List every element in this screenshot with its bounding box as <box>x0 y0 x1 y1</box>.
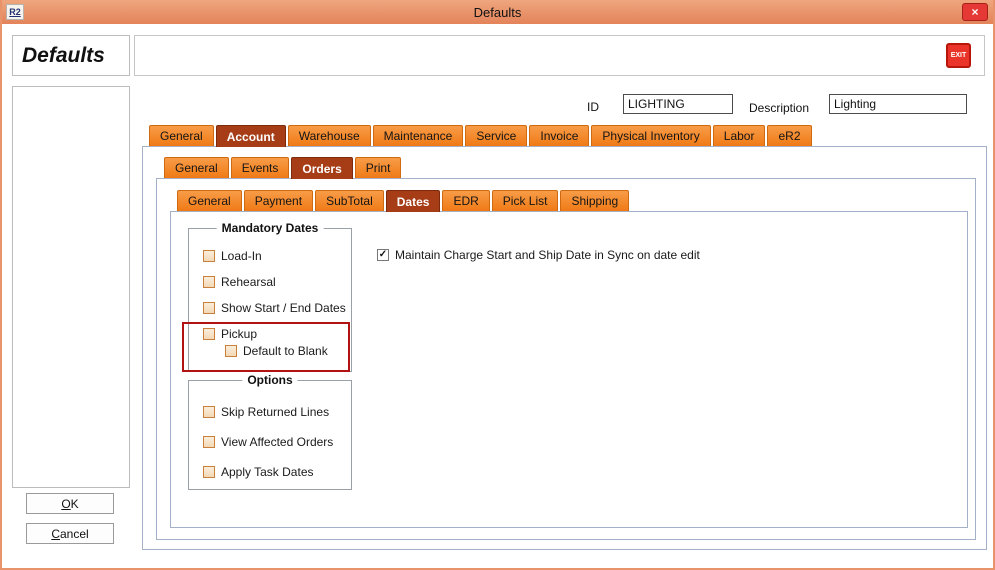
checkbox-label-rehearsal: Rehearsal <box>221 275 276 289</box>
checkbox-label-maintain-sync: Maintain Charge Start and Ship Date in S… <box>395 248 700 262</box>
checkbox-maintain-sync[interactable]: ✓ <box>377 249 389 261</box>
tab-print[interactable]: Print <box>355 157 402 178</box>
options-checkbox-list: Skip Returned Lines View Affected Orders A… <box>189 381 351 479</box>
checkbox-row-apply-task-dates[interactable]: Apply Task Dates <box>203 465 351 479</box>
checkbox-pickup[interactable] <box>203 328 215 340</box>
checkbox-apply-task-dates[interactable] <box>203 466 215 478</box>
checkbox-skip-returned-lines[interactable] <box>203 406 215 418</box>
description-label: Description <box>749 101 809 115</box>
close-icon[interactable]: × <box>962 3 988 21</box>
checkbox-label-default-to-blank: Default to Blank <box>243 344 328 358</box>
checkbox-show-start-end-dates[interactable] <box>203 302 215 314</box>
tab-pick-list[interactable]: Pick List <box>492 190 559 211</box>
tab-subtotal[interactable]: SubTotal <box>315 190 384 211</box>
tab-warehouse[interactable]: Warehouse <box>288 125 371 146</box>
tab-general[interactable]: General <box>149 125 214 146</box>
tab-orders[interactable]: Orders <box>291 157 352 179</box>
checkbox-row-show-start-end-dates[interactable]: Show Start / End Dates <box>203 301 351 315</box>
tab-payment[interactable]: Payment <box>244 190 313 211</box>
checkbox-load-in[interactable] <box>203 250 215 262</box>
page-title: Defaults <box>12 35 130 76</box>
tab-row-main: GeneralAccountWarehouseMaintenanceServic… <box>149 125 812 147</box>
titlebar[interactable]: R2 Defaults × <box>0 0 995 24</box>
window-title: Defaults <box>0 5 995 20</box>
defaults-window: R2 Defaults × Defaults OK Cancel EXIT ID… <box>0 0 995 570</box>
checkbox-label-apply-task-dates: Apply Task Dates <box>221 465 314 479</box>
description-input[interactable]: Lighting <box>829 94 967 114</box>
tab-shipping[interactable]: Shipping <box>560 190 629 211</box>
options-group: Options Skip Returned LinesView Affected… <box>188 380 352 490</box>
checkbox-row-skip-returned-lines[interactable]: Skip Returned Lines <box>203 405 351 419</box>
cancel-button[interactable]: Cancel <box>26 523 114 544</box>
options-group-title: Options <box>242 373 297 387</box>
tab-labor[interactable]: Labor <box>713 125 766 146</box>
mandatory-dates-group-title: Mandatory Dates <box>217 221 324 235</box>
id-input[interactable]: LIGHTING <box>623 94 733 114</box>
tab-row-account: GeneralEventsOrdersPrint <box>164 157 401 179</box>
checkbox-row-view-affected-orders[interactable]: View Affected Orders <box>203 435 351 449</box>
checkbox-row-pickup[interactable]: Pickup <box>203 327 351 341</box>
window-body: Defaults OK Cancel EXIT ID LIGHTING Desc… <box>2 24 993 568</box>
tab-service[interactable]: Service <box>465 125 527 146</box>
left-list-panel <box>12 86 130 488</box>
tab-row-orders: GeneralPaymentSubTotalDatesEDRPick ListS… <box>177 190 629 212</box>
checkbox-view-affected-orders[interactable] <box>203 436 215 448</box>
checkbox-rehearsal[interactable] <box>203 276 215 288</box>
checkbox-label-skip-returned-lines: Skip Returned Lines <box>221 405 329 419</box>
checkbox-row-load-in[interactable]: Load-In <box>203 249 351 263</box>
toolbar: EXIT <box>134 35 985 76</box>
checkbox-label-pickup: Pickup <box>221 327 257 341</box>
id-label: ID <box>587 100 599 114</box>
tab-er2[interactable]: eR2 <box>767 125 811 146</box>
tab-edr[interactable]: EDR <box>442 190 489 211</box>
tab-general[interactable]: General <box>177 190 242 211</box>
tab-events[interactable]: Events <box>231 157 290 178</box>
checkbox-label-view-affected-orders: View Affected Orders <box>221 435 333 449</box>
tab-physical-inventory[interactable]: Physical Inventory <box>591 125 710 146</box>
checkbox-row-maintain-sync[interactable]: ✓ Maintain Charge Start and Ship Date in … <box>377 248 700 262</box>
checkbox-row-default-to-blank[interactable]: Default to Blank <box>225 344 351 358</box>
mandatory-dates-group: Mandatory Dates Load-InRehearsalShow Sta… <box>188 228 352 372</box>
app-icon: R2 <box>6 4 24 20</box>
ok-button[interactable]: OK <box>26 493 114 514</box>
tab-maintenance[interactable]: Maintenance <box>373 125 464 146</box>
checkbox-default-to-blank[interactable] <box>225 345 237 357</box>
mandatory-dates-checkbox-list: Load-In Rehearsal Show Start / End Dates Pi… <box>189 229 351 358</box>
checkbox-label-show-start-end-dates: Show Start / End Dates <box>221 301 346 315</box>
tab-general[interactable]: General <box>164 157 229 178</box>
tab-invoice[interactable]: Invoice <box>529 125 589 146</box>
checkbox-row-rehearsal[interactable]: Rehearsal <box>203 275 351 289</box>
exit-button[interactable]: EXIT <box>946 43 971 68</box>
checkbox-label-load-in: Load-In <box>221 249 262 263</box>
tab-account[interactable]: Account <box>216 125 286 147</box>
tab-dates[interactable]: Dates <box>386 190 441 212</box>
